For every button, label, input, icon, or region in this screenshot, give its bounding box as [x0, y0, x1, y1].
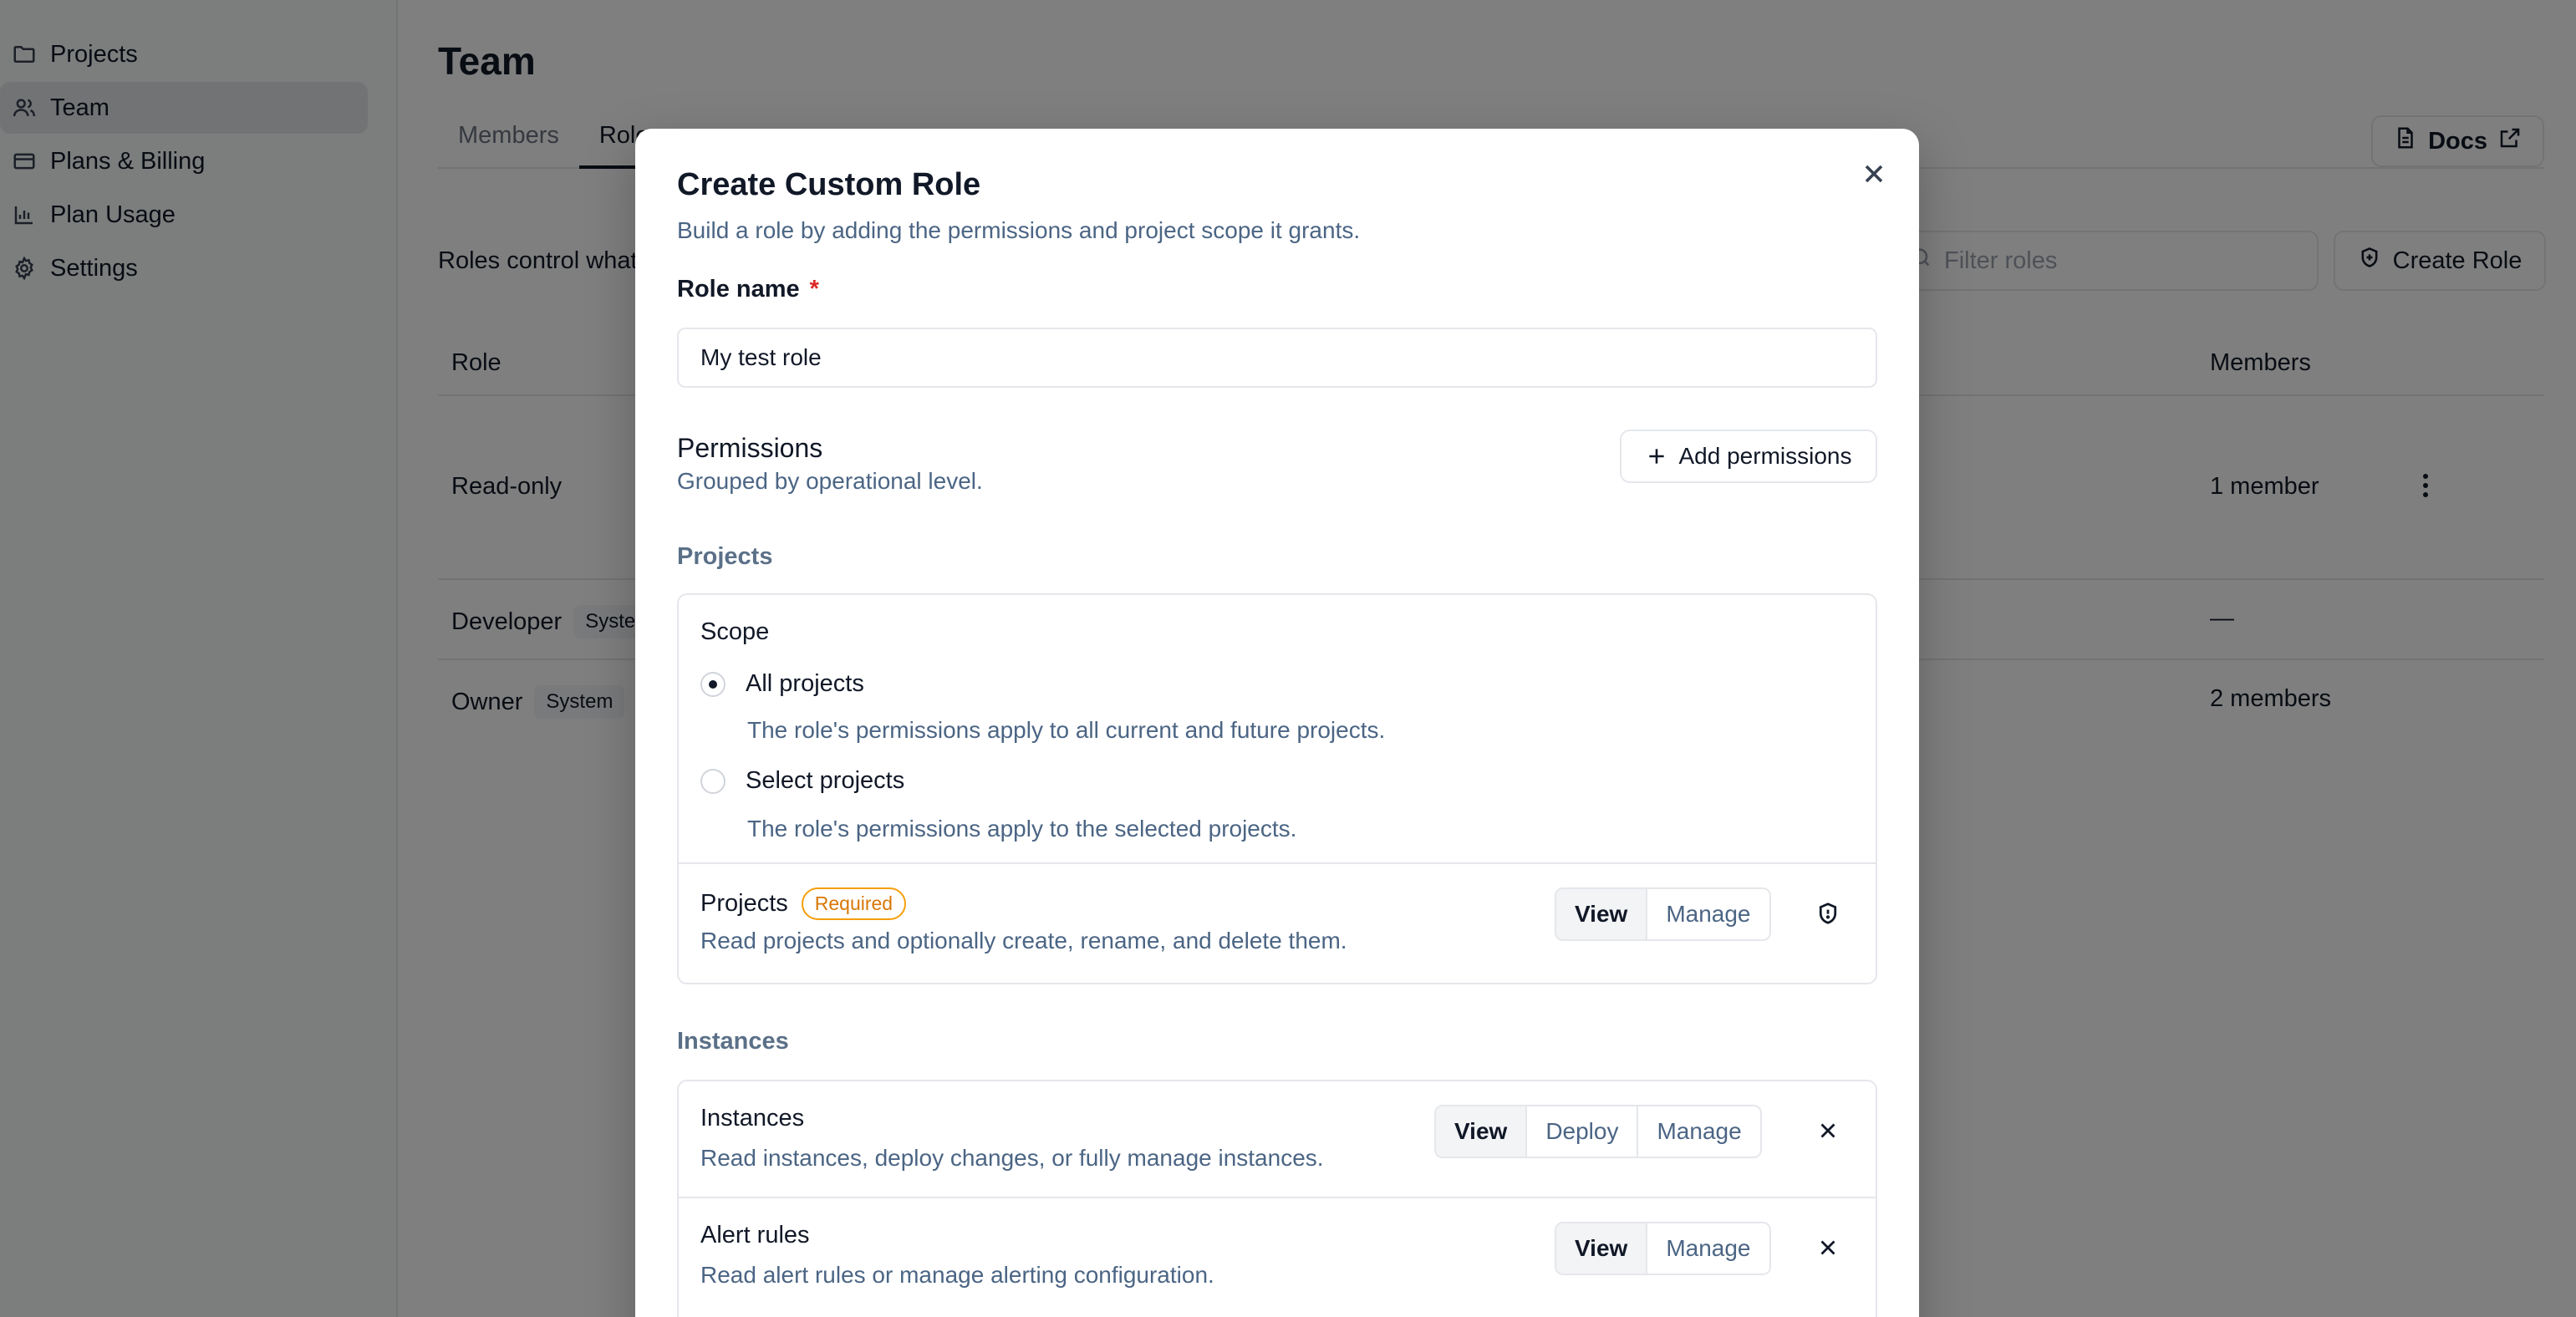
- level-manage[interactable]: Manage: [1646, 1223, 1769, 1274]
- permission-row-alert-rules: Alert rules Read alert rules or manage a…: [679, 1198, 1876, 1317]
- close-icon: [1865, 165, 1883, 183]
- section-heading-instances: Instances: [677, 1028, 789, 1055]
- dialog-subtitle: Build a role by adding the permissions a…: [677, 217, 1361, 243]
- section-heading-projects: Projects: [677, 543, 773, 570]
- permission-description: Read alert rules or manage alerting conf…: [700, 1262, 1214, 1288]
- shield-icon: [1814, 899, 1842, 928]
- scope-title: Scope: [700, 618, 770, 645]
- close-button[interactable]: [1859, 159, 1889, 189]
- permission-description: Read instances, deploy changes, or fully…: [700, 1145, 1324, 1171]
- remove-permission-button[interactable]: [1814, 1233, 1842, 1262]
- create-role-dialog: Create Custom Role Build a role by addin…: [635, 129, 1919, 1317]
- permission-description: Read projects and optionally create, ren…: [700, 928, 1347, 953]
- remove-permission-button[interactable]: [1814, 1116, 1842, 1145]
- level-manage[interactable]: Manage: [1637, 1106, 1760, 1157]
- required-badge: Required: [801, 887, 907, 920]
- level-view[interactable]: View: [1436, 1106, 1526, 1157]
- close-icon: [1820, 1240, 1835, 1255]
- scope-option-select-projects[interactable]: Select projects: [700, 767, 904, 795]
- scope-option-description: The role's permissions apply to all curr…: [747, 717, 1386, 743]
- level-manage[interactable]: Manage: [1646, 889, 1769, 939]
- add-permissions-button[interactable]: Add permissions: [1620, 430, 1877, 483]
- role-name-input[interactable]: [677, 328, 1877, 388]
- scope-option-description: The role's permissions apply to the sele…: [747, 816, 1297, 842]
- permissions-title: Permissions: [677, 433, 823, 463]
- permission-name-cell: Projects Required: [700, 887, 907, 920]
- permission-row-instances: Instances Read instances, deploy changes…: [679, 1081, 1876, 1198]
- plus-icon: [1648, 449, 1664, 464]
- dialog-title: Create Custom Role: [677, 167, 981, 202]
- scope-option-all-projects[interactable]: All projects: [700, 670, 864, 698]
- permission-row-projects: Projects Required Read projects and opti…: [679, 864, 1876, 984]
- radio-all-projects[interactable]: [700, 671, 725, 697]
- role-name-label-text: Role name: [677, 276, 800, 303]
- permission-name: Instances: [700, 1105, 805, 1131]
- scope-option-label: All projects: [746, 670, 864, 697]
- permission-name: Alert rules: [700, 1222, 810, 1248]
- close-icon: [1820, 1123, 1835, 1138]
- level-view[interactable]: View: [1556, 1223, 1647, 1274]
- required-asterisk: *: [809, 276, 819, 303]
- permission-name: Projects: [700, 890, 788, 917]
- permission-level-selector: View Manage: [1555, 1222, 1771, 1275]
- add-permissions-label: Add permissions: [1678, 443, 1852, 469]
- radio-select-projects[interactable]: [700, 768, 725, 794]
- instances-permission-card: Instances Read instances, deploy changes…: [677, 1080, 1877, 1317]
- permission-level-selector: View Deploy Manage: [1434, 1105, 1762, 1158]
- scope-option-label: Select projects: [746, 767, 905, 794]
- projects-permission-card: Scope All projects The role's permission…: [677, 593, 1877, 984]
- role-name-label: Role name *: [677, 276, 819, 303]
- permissions-subtitle: Grouped by operational level.: [677, 468, 983, 494]
- permission-level-selector: View Manage: [1555, 887, 1771, 941]
- level-deploy[interactable]: Deploy: [1525, 1106, 1637, 1157]
- level-view[interactable]: View: [1556, 889, 1647, 939]
